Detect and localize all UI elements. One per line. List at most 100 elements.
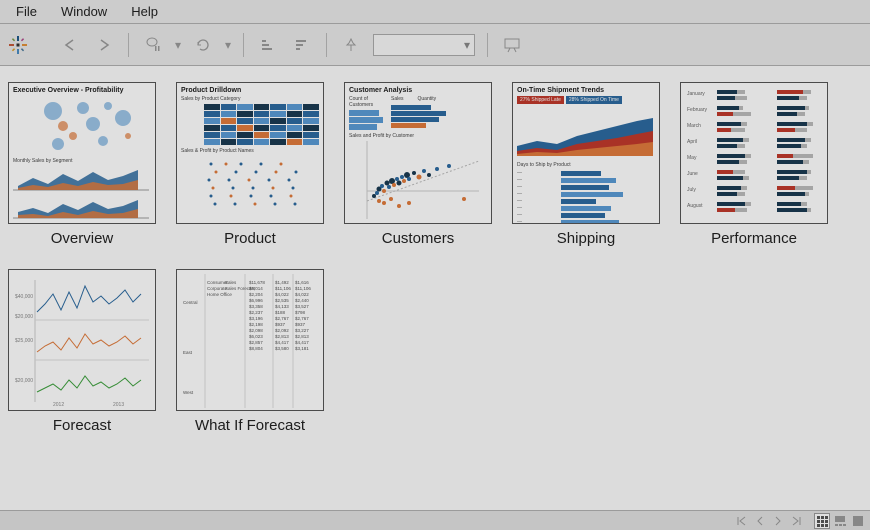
svg-text:February: February: [687, 107, 708, 113]
svg-text:$8,804: $8,804: [249, 346, 263, 351]
svg-text:$3,181: $3,181: [295, 346, 309, 351]
svg-text:March: March: [687, 123, 701, 129]
highlight-dropdown[interactable]: ▾: [373, 34, 475, 56]
sheet-grid: Executive Overview - Profitability Month…: [0, 66, 870, 510]
sheet-whatif-forecast[interactable]: CentralEastWest ConsumerCorporateHome Of…: [176, 269, 324, 434]
view-grid-button[interactable]: [814, 513, 830, 529]
forward-button[interactable]: [88, 31, 120, 59]
presentation-button[interactable]: [496, 31, 528, 59]
svg-text:$2,092: $2,092: [275, 328, 289, 333]
svg-text:$2,440: $2,440: [295, 298, 309, 303]
svg-text:$188: $188: [275, 310, 286, 315]
sheet-thumbnail: $40,000 $20,000 $25,000 $20,000 2012 201…: [8, 269, 156, 411]
svg-text:$3,227: $3,227: [295, 328, 309, 333]
sheet-product[interactable]: Product Drilldown Sales by Product Categ…: [176, 82, 324, 247]
menu-bar: File Window Help: [0, 0, 870, 24]
sheet-shipping[interactable]: On-Time Shipment Trends 27% Shipped Late…: [512, 82, 660, 247]
nav-first-button[interactable]: [734, 513, 750, 529]
sheet-label: Shipping: [557, 230, 615, 247]
app-logo-icon: [8, 35, 28, 55]
sheet-label: Customers: [382, 230, 455, 247]
svg-text:$4,417: $4,417: [295, 340, 309, 345]
toolbar-separator: [243, 33, 244, 57]
svg-text:$6,996: $6,996: [249, 298, 263, 303]
svg-text:Home Office: Home Office: [207, 292, 232, 297]
status-bar: [0, 510, 870, 530]
refresh-dropdown-icon[interactable]: ▾: [221, 31, 235, 59]
svg-text:$20,000: $20,000: [15, 314, 33, 320]
chevron-down-icon: ▾: [464, 38, 470, 52]
sheet-label: Overview: [51, 230, 114, 247]
svg-text:$20,000: $20,000: [15, 378, 33, 384]
sheet-label: Product: [224, 230, 276, 247]
svg-text:May: May: [687, 155, 697, 161]
menu-file[interactable]: File: [4, 1, 49, 22]
svg-text:Sales: Sales: [225, 280, 237, 285]
sheet-label: What If Forecast: [195, 417, 305, 434]
svg-text:$2,098: $2,098: [249, 328, 263, 333]
svg-text:$6,023: $6,023: [249, 334, 263, 339]
svg-text:June: June: [687, 171, 698, 177]
svg-text:$2,857: $2,857: [249, 340, 263, 345]
view-single-button[interactable]: [850, 513, 866, 529]
svg-text:$1,616: $1,616: [295, 280, 309, 285]
sheet-forecast[interactable]: $40,000 $20,000 $25,000 $20,000 2012 201…: [8, 269, 156, 434]
toolbar-separator: [128, 33, 129, 57]
refresh-button[interactable]: [187, 31, 219, 59]
sheet-label: Performance: [711, 230, 797, 247]
svg-text:$2,535: $2,535: [275, 298, 289, 303]
sheet-thumbnail: Customer Analysis Count of Customers Sal…: [344, 82, 492, 224]
svg-text:$2,198: $2,198: [249, 322, 263, 327]
pin-button[interactable]: [335, 31, 367, 59]
pause-dropdown-icon[interactable]: ▾: [171, 31, 185, 59]
svg-text:$2,767: $2,767: [275, 316, 289, 321]
sort-desc-button[interactable]: [286, 31, 318, 59]
sheet-customers[interactable]: Customer Analysis Count of Customers Sal…: [344, 82, 492, 247]
menu-help[interactable]: Help: [119, 1, 170, 22]
svg-text:$4,022: $4,022: [275, 292, 289, 297]
toolbar: ▾ ▾ ▾: [0, 24, 870, 66]
svg-text:$2,237: $2,237: [249, 310, 263, 315]
svg-text:$4,417: $4,417: [275, 340, 289, 345]
svg-text:$2,204: $2,204: [249, 292, 263, 297]
nav-last-button[interactable]: [788, 513, 804, 529]
sheet-thumbnail: Product Drilldown Sales by Product Categ…: [176, 82, 324, 224]
sheet-thumbnail: JanuaryFebruaryMarchAprilMayJuneJulyAugu…: [680, 82, 828, 224]
sheet-label: Forecast: [53, 417, 111, 434]
svg-text:$798: $798: [295, 310, 306, 315]
sheet-thumbnail: CentralEastWest ConsumerCorporateHome Of…: [176, 269, 324, 411]
svg-text:$9,014: $9,014: [249, 286, 263, 291]
menu-window[interactable]: Window: [49, 1, 119, 22]
svg-text:$1,492: $1,492: [275, 280, 289, 285]
svg-text:$11,106: $11,106: [295, 286, 311, 291]
svg-text:West: West: [183, 390, 194, 395]
back-button[interactable]: [54, 31, 86, 59]
toolbar-separator: [487, 33, 488, 57]
sheet-overview[interactable]: Executive Overview - Profitability Month…: [8, 82, 156, 247]
sort-asc-button[interactable]: [252, 31, 284, 59]
nav-next-button[interactable]: [770, 513, 786, 529]
svg-text:July: July: [687, 187, 696, 193]
nav-prev-button[interactable]: [752, 513, 768, 529]
svg-text:2012: 2012: [53, 402, 64, 408]
svg-text:April: April: [687, 139, 697, 145]
svg-text:$3,527: $3,527: [295, 304, 309, 309]
svg-text:$2,767: $2,767: [295, 316, 309, 321]
view-filmstrip-button[interactable]: [832, 513, 848, 529]
toolbar-separator: [326, 33, 327, 57]
sheet-performance[interactable]: JanuaryFebruaryMarchAprilMayJuneJulyAugu…: [680, 82, 828, 247]
svg-text:$3,358: $3,358: [249, 304, 263, 309]
svg-text:$4,133: $4,133: [275, 304, 289, 309]
sheet-thumbnail: Executive Overview - Profitability Month…: [8, 82, 156, 224]
svg-text:$11,678: $11,678: [249, 280, 265, 285]
sheet-thumbnail: On-Time Shipment Trends 27% Shipped Late…: [512, 82, 660, 224]
svg-text:$2,813: $2,813: [295, 334, 309, 339]
svg-text:$25,000: $25,000: [15, 338, 33, 344]
pause-button[interactable]: [137, 31, 169, 59]
svg-text:$11,106: $11,106: [275, 286, 291, 291]
svg-text:$40,000: $40,000: [15, 294, 33, 300]
svg-text:$3,580: $3,580: [275, 346, 289, 351]
svg-text:$937: $937: [275, 322, 286, 327]
svg-text:$937: $937: [295, 322, 306, 327]
svg-text:East: East: [183, 350, 193, 355]
